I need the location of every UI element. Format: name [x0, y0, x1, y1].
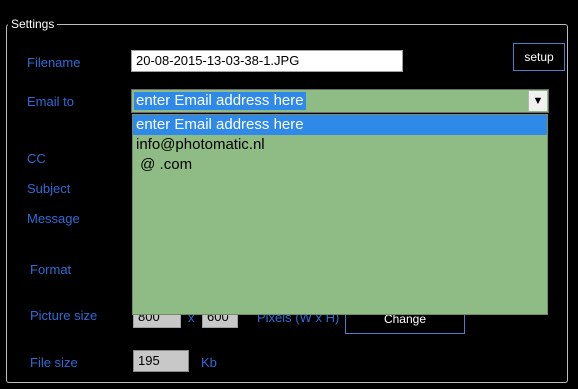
filename-label: Filename — [27, 55, 81, 70]
file-size-value: 195 — [133, 350, 189, 372]
setup-button[interactable]: setup — [513, 43, 565, 71]
cc-label: CC — [27, 151, 46, 166]
email-to-value[interactable]: enter Email address here — [134, 92, 306, 110]
chevron-down-icon[interactable]: ▼ — [528, 91, 547, 111]
settings-panel: Settings Filename 20-08-2015-13-03-38-1.… — [0, 0, 578, 389]
email-to-label: Email to — [27, 94, 74, 109]
message-label: Message — [27, 211, 80, 226]
format-label: Format — [30, 262, 72, 277]
subject-label: Subject — [27, 181, 71, 196]
email-option[interactable]: info@photomatic.nl — [133, 135, 547, 155]
email-to-combobox[interactable]: enter Email address here ▼ — [131, 89, 549, 113]
picture-size-label: Picture size — [30, 308, 98, 323]
email-option[interactable]: enter Email address here — [133, 115, 547, 135]
settings-group-title: Settings — [8, 17, 58, 31]
email-option[interactable]: @ .com — [133, 155, 547, 175]
file-size-unit: Kb — [201, 355, 217, 370]
email-dropdown-list: enter Email address here info@photomatic… — [132, 114, 548, 315]
file-size-label: File size — [30, 355, 78, 370]
filename-input[interactable]: 20-08-2015-13-03-38-1.JPG — [131, 50, 403, 72]
